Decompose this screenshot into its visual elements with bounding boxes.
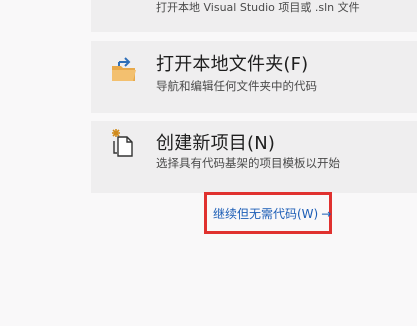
continue-without-code-label: 继续但无需代码(W) bbox=[213, 207, 319, 221]
arrow-right-icon: → bbox=[321, 207, 332, 221]
create-new-project-title: 创建新项目(N) bbox=[156, 133, 276, 154]
open-local-folder-title: 打开本地文件夹(F) bbox=[156, 54, 309, 75]
continue-without-code-link[interactable]: 继续但无需代码(W) → bbox=[213, 205, 331, 222]
open-project-card[interactable]: 打开本地 Visual Studio 项目或 .sln 文件 bbox=[91, 0, 417, 32]
create-new-project-subtitle: 选择具有代码基架的项目模板以开始 bbox=[156, 156, 340, 170]
open-folder-icon bbox=[108, 53, 140, 85]
open-project-subtitle: 打开本地 Visual Studio 项目或 .sln 文件 bbox=[156, 1, 360, 14]
open-local-folder-subtitle: 导航和编辑任何文件夹中的代码 bbox=[156, 79, 317, 93]
open-local-folder-card[interactable]: 打开本地文件夹(F) 导航和编辑任何文件夹中的代码 bbox=[91, 41, 417, 113]
new-project-icon bbox=[108, 127, 140, 159]
create-new-project-card[interactable]: 创建新项目(N) 选择具有代码基架的项目模板以开始 bbox=[91, 121, 417, 193]
